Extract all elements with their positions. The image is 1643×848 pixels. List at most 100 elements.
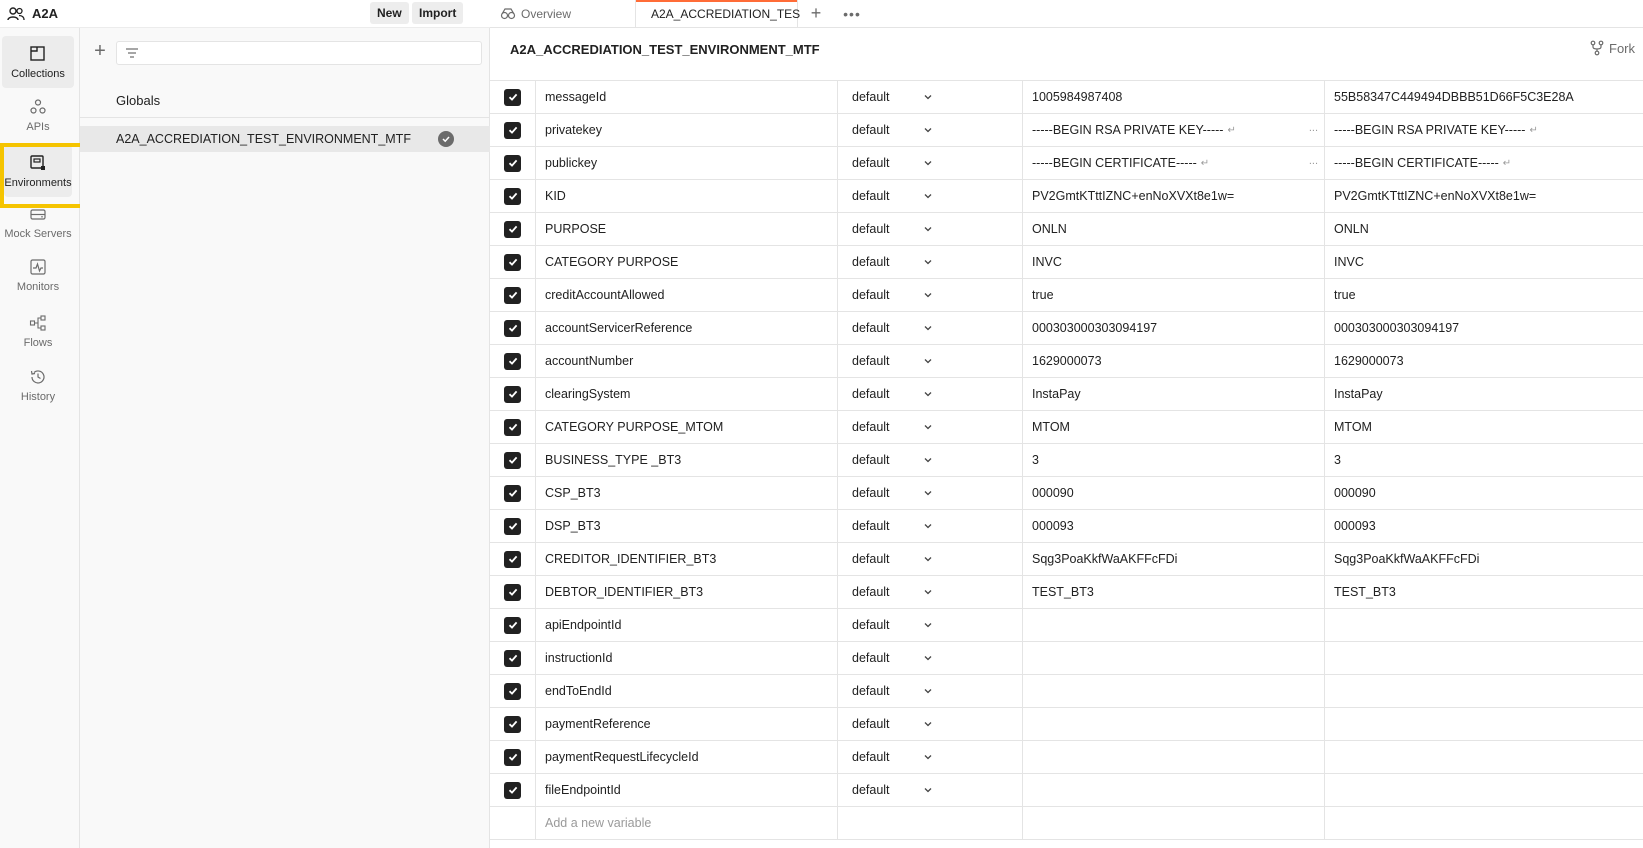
tab-environment[interactable]: A2A_ACCREDIATION_TES [636,0,800,27]
initial-value-cell[interactable]: 3 [1023,444,1325,476]
variable-name-cell[interactable]: accountNumber [536,345,838,377]
current-value-cell[interactable]: Sqg3PoaKkfWaAKFFcFDi [1325,543,1643,575]
type-select[interactable]: default [838,708,1023,740]
current-value-cell[interactable]: 000093 [1325,510,1643,542]
type-select[interactable]: default [838,741,1023,773]
initial-value-cell[interactable]: Sqg3PoaKkfWaAKFFcFDi [1023,543,1325,575]
enable-checkbox[interactable] [504,187,521,205]
current-value-cell[interactable] [1325,642,1643,674]
initial-value-cell[interactable] [1023,642,1325,674]
enable-checkbox[interactable] [504,154,521,172]
type-select[interactable]: default [838,774,1023,806]
enable-checkbox[interactable] [504,319,521,337]
current-value-cell[interactable]: true [1325,279,1643,311]
initial-value-cell[interactable] [1023,708,1325,740]
variable-name-cell[interactable]: CREDITOR_IDENTIFIER_BT3 [536,543,838,575]
type-select[interactable]: default [838,543,1023,575]
enable-checkbox[interactable] [504,682,521,700]
enable-checkbox[interactable] [504,121,521,139]
current-value-cell[interactable] [1325,675,1643,707]
variable-name-cell[interactable]: DEBTOR_IDENTIFIER_BT3 [536,576,838,608]
current-value-cell[interactable]: -----BEGIN CERTIFICATE----- ↵ [1325,147,1643,179]
variable-name-cell[interactable]: creditAccountAllowed [536,279,838,311]
initial-value-cell[interactable]: -----BEGIN RSA PRIVATE KEY----- ↵... [1023,114,1325,146]
current-value-cell[interactable] [1325,741,1643,773]
variable-name-cell[interactable]: instructionId [536,642,838,674]
sidebar-item-monitors[interactable]: Monitors [2,249,74,301]
variable-name-cell[interactable]: endToEndId [536,675,838,707]
globals-item[interactable]: Globals [80,84,490,118]
sidebar-item-collections[interactable]: Collections [2,36,74,88]
variable-name-cell[interactable]: paymentReference [536,708,838,740]
initial-value-cell[interactable]: ONLN [1023,213,1325,245]
new-button[interactable]: New [370,2,409,24]
enable-checkbox[interactable] [504,781,521,799]
variable-name-cell[interactable]: paymentRequestLifecycleId [536,741,838,773]
enable-checkbox[interactable] [504,286,521,304]
sidebar-item-flows[interactable]: Flows [2,305,74,357]
variable-name-cell[interactable]: fileEndpointId [536,774,838,806]
environment-title[interactable]: A2A_ACCREDIATION_TEST_ENVIRONMENT_MTF [510,42,820,57]
new-tab-button[interactable]: + [798,0,834,27]
enable-checkbox[interactable] [504,253,521,271]
enable-checkbox[interactable] [504,220,521,238]
initial-value-cell[interactable]: 1005984987408 [1023,81,1325,113]
type-select[interactable]: default [838,642,1023,674]
type-select[interactable]: default [838,510,1023,542]
variable-name-cell[interactable]: CSP_BT3 [536,477,838,509]
type-select[interactable]: default [838,246,1023,278]
initial-value-cell[interactable]: true [1023,279,1325,311]
enable-checkbox[interactable] [504,385,521,403]
more-tabs-button[interactable]: ••• [834,0,870,27]
environment-search-input[interactable] [116,41,482,65]
type-select[interactable]: default [838,147,1023,179]
workspace-name[interactable]: A2A [32,6,58,21]
type-select[interactable]: default [838,609,1023,641]
type-select[interactable]: default [838,345,1023,377]
tab-overview[interactable]: Overview [490,0,636,27]
type-select[interactable]: default [838,576,1023,608]
initial-value-cell[interactable]: PV2GmtKTttIZNC+enNoXVXt8e1w= [1023,180,1325,212]
initial-value-cell[interactable] [1023,741,1325,773]
enable-checkbox[interactable] [504,88,521,106]
initial-value-cell[interactable]: INVC [1023,246,1325,278]
type-select[interactable]: default [838,279,1023,311]
type-select[interactable]: default [838,180,1023,212]
initial-value-cell[interactable] [1023,774,1325,806]
current-value-cell[interactable]: TEST_BT3 [1325,576,1643,608]
type-select[interactable]: default [838,213,1023,245]
enable-checkbox[interactable] [504,418,521,436]
initial-value-cell[interactable]: 1629000073 [1023,345,1325,377]
current-value-cell[interactable]: 3 [1325,444,1643,476]
variable-name-cell[interactable]: apiEndpointId [536,609,838,641]
sidebar-item-apis[interactable]: APIs [2,89,74,141]
current-value-cell[interactable]: InstaPay [1325,378,1643,410]
type-select[interactable]: default [838,114,1023,146]
type-select[interactable]: default [838,81,1023,113]
variable-name-cell[interactable]: PURPOSE [536,213,838,245]
variable-name-cell[interactable]: accountServicerReference [536,312,838,344]
variable-name-cell[interactable]: DSP_BT3 [536,510,838,542]
current-value-cell[interactable]: 000090 [1325,477,1643,509]
variable-name-cell[interactable]: publickey [536,147,838,179]
current-value-cell[interactable]: MTOM [1325,411,1643,443]
fork-button[interactable]: Fork [1589,40,1635,56]
current-value-cell[interactable]: 55B58347C449494DBBB51D66F5C3E28A [1325,81,1643,113]
initial-value-cell[interactable]: TEST_BT3 [1023,576,1325,608]
environment-list-item[interactable]: A2A_ACCREDIATION_TEST_ENVIRONMENT_MTF [80,126,490,152]
initial-value-cell[interactable]: -----BEGIN CERTIFICATE----- ↵... [1023,147,1325,179]
enable-checkbox[interactable] [504,649,521,667]
variable-name-cell[interactable]: KID [536,180,838,212]
initial-value-cell[interactable]: 000303000303094197 [1023,312,1325,344]
current-value-cell[interactable]: 1629000073 [1325,345,1643,377]
type-select[interactable]: default [838,444,1023,476]
enable-checkbox[interactable] [504,451,521,469]
initial-value-cell[interactable] [1023,609,1325,641]
initial-value-cell[interactable]: InstaPay [1023,378,1325,410]
variable-name-cell[interactable]: privatekey [536,114,838,146]
enable-checkbox[interactable] [504,550,521,568]
type-select[interactable]: default [838,378,1023,410]
current-value-cell[interactable]: ONLN [1325,213,1643,245]
active-environment-check-icon[interactable] [438,131,454,147]
enable-checkbox[interactable] [504,616,521,634]
